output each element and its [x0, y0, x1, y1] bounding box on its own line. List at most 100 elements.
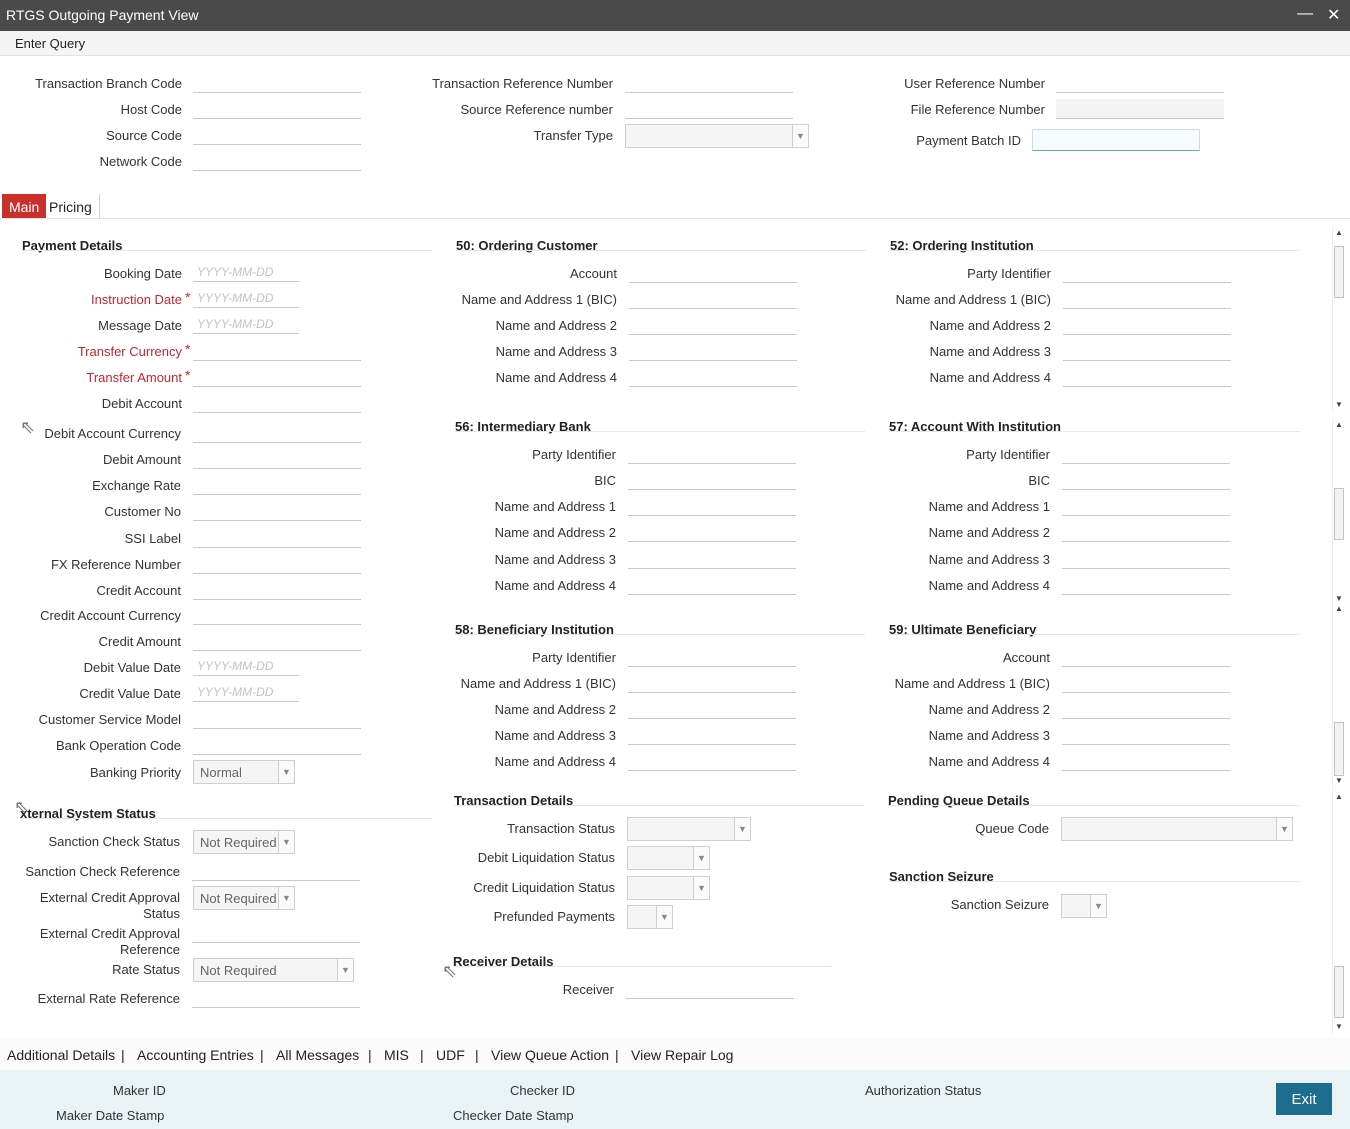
enter-query-menu[interactable]: Enter Query: [15, 36, 85, 51]
exit-button[interactable]: Exit: [1276, 1083, 1332, 1115]
booking-date-field[interactable]: [193, 262, 299, 282]
receiver-field[interactable]: [626, 979, 794, 999]
ordering-customer-name3-field[interactable]: [629, 341, 797, 361]
debit-account-field[interactable]: [193, 393, 361, 413]
udf-link[interactable]: UDF: [436, 1047, 465, 1063]
transfer-type-select[interactable]: ▼: [625, 124, 809, 148]
external-rate-reference-field[interactable]: [192, 988, 360, 1008]
banking-priority-select[interactable]: Normal ▼: [193, 760, 295, 784]
beneficiary-institution-name4-field[interactable]: [628, 751, 796, 771]
user-reference-number-field[interactable]: [1056, 73, 1224, 93]
ordering-customer-name2-field[interactable]: [629, 315, 797, 335]
transfer-amount-field[interactable]: [193, 367, 361, 387]
scroll-down-icon[interactable]: ▼: [1333, 1022, 1345, 1031]
ultimate-beneficiary-name2-field[interactable]: [1062, 699, 1230, 719]
sanction-seizure-select[interactable]: ▼: [1061, 894, 1107, 918]
source-code-field[interactable]: [193, 125, 361, 145]
ordering-institution-party-identifier-field[interactable]: [1063, 263, 1231, 283]
instruction-date-field[interactable]: [193, 288, 299, 308]
message-date-field[interactable]: [193, 314, 299, 334]
transfer-currency-field[interactable]: [193, 341, 361, 361]
ordering-institution-name3-field[interactable]: [1063, 341, 1231, 361]
customer-no-field[interactable]: [193, 501, 361, 521]
ordering-institution-name1-field[interactable]: [1063, 289, 1231, 309]
scroll-thumb[interactable]: [1334, 246, 1344, 298]
bank-operation-code-field[interactable]: [193, 735, 361, 755]
ultimate-beneficiary-name4-field[interactable]: [1062, 751, 1230, 771]
scroll-up-icon[interactable]: ▲: [1333, 792, 1345, 801]
awi-bic-field[interactable]: [1062, 470, 1230, 490]
intermediary-bank-bic-field[interactable]: [628, 470, 796, 490]
debit-account-currency-field[interactable]: [193, 423, 361, 443]
scroll-down-icon[interactable]: ▼: [1333, 776, 1345, 785]
external-credit-approval-status-select[interactable]: Not Required ▼: [193, 886, 295, 910]
view-repair-log-link[interactable]: View Repair Log: [631, 1047, 733, 1063]
transaction-reference-number-field[interactable]: [625, 73, 793, 93]
ordering-institution-name4-field[interactable]: [1063, 367, 1231, 387]
scroll-down-icon[interactable]: ▼: [1333, 594, 1345, 603]
credit-value-date-field[interactable]: [193, 682, 299, 702]
scroll-thumb[interactable]: [1334, 966, 1344, 1018]
credit-account-field[interactable]: [193, 580, 361, 600]
queue-code-select[interactable]: ▼: [1061, 817, 1293, 841]
scroll-up-icon[interactable]: ▲: [1333, 604, 1345, 613]
file-reference-number-field[interactable]: [1056, 99, 1224, 119]
mis-link[interactable]: MIS: [384, 1047, 409, 1063]
ssi-label-field[interactable]: [193, 528, 361, 548]
transaction-branch-code-field[interactable]: [193, 73, 361, 93]
ultimate-beneficiary-account-field[interactable]: [1062, 647, 1230, 667]
scroll-thumb[interactable]: [1334, 722, 1344, 776]
debit-amount-field[interactable]: [193, 449, 361, 469]
ultimate-beneficiary-name3-field[interactable]: [1062, 725, 1230, 745]
fx-reference-number-field[interactable]: [193, 554, 361, 574]
network-code-field[interactable]: [193, 151, 361, 171]
credit-account-currency-field[interactable]: [193, 605, 361, 625]
close-icon[interactable]: ✕: [1327, 5, 1340, 25]
scroll-thumb[interactable]: [1334, 488, 1344, 540]
awi-name2-field[interactable]: [1062, 522, 1230, 542]
awi-party-identifier-field[interactable]: [1062, 444, 1230, 464]
scrollbar-section-3[interactable]: ▲ ▼: [1332, 604, 1344, 788]
awi-name4-field[interactable]: [1062, 575, 1230, 595]
intermediary-bank-name1-field[interactable]: [628, 496, 796, 516]
ordering-customer-name4-field[interactable]: [629, 367, 797, 387]
beneficiary-institution-name1-field[interactable]: [628, 673, 796, 693]
tab-main[interactable]: Main: [2, 194, 47, 218]
scrollbar-section-1[interactable]: ▲ ▼: [1332, 226, 1344, 412]
source-reference-number-field[interactable]: [625, 99, 793, 119]
intermediary-bank-name3-field[interactable]: [628, 549, 796, 569]
accounting-entries-link[interactable]: Accounting Entries: [137, 1047, 254, 1063]
prefunded-payments-select[interactable]: ▼: [627, 905, 673, 929]
intermediary-bank-name2-field[interactable]: [628, 522, 796, 542]
additional-details-link[interactable]: Additional Details: [7, 1047, 115, 1063]
beneficiary-institution-name3-field[interactable]: [628, 725, 796, 745]
scrollbar-section-4[interactable]: ▲ ▼: [1332, 790, 1344, 1034]
awi-name1-field[interactable]: [1062, 496, 1230, 516]
host-code-field[interactable]: [193, 99, 361, 119]
ordering-customer-account-field[interactable]: [629, 263, 797, 283]
beneficiary-institution-name2-field[interactable]: [628, 699, 796, 719]
debit-liquidation-status-select[interactable]: ▼: [627, 846, 710, 870]
intermediary-bank-name4-field[interactable]: [628, 575, 796, 595]
tab-pricing[interactable]: Pricing: [42, 194, 100, 218]
external-credit-approval-reference-field[interactable]: [192, 923, 360, 943]
view-queue-action-link[interactable]: View Queue Action: [491, 1047, 609, 1063]
sanction-check-reference-field[interactable]: [192, 861, 360, 881]
ordering-institution-name2-field[interactable]: [1063, 315, 1231, 335]
scroll-down-icon[interactable]: ▼: [1333, 400, 1345, 409]
awi-name3-field[interactable]: [1062, 549, 1230, 569]
transaction-status-select[interactable]: ▼: [627, 817, 751, 841]
sanction-check-status-select[interactable]: Not Required ▼: [193, 830, 295, 854]
all-messages-link[interactable]: All Messages: [276, 1047, 359, 1063]
customer-service-model-field[interactable]: [193, 709, 361, 729]
ordering-customer-name1-field[interactable]: [629, 289, 797, 309]
intermediary-bank-party-identifier-field[interactable]: [628, 444, 796, 464]
payment-batch-id-field[interactable]: [1032, 129, 1200, 151]
credit-amount-field[interactable]: [193, 631, 361, 651]
minimize-icon[interactable]: —: [1297, 5, 1313, 23]
scroll-up-icon[interactable]: ▲: [1333, 420, 1345, 429]
exchange-rate-field[interactable]: [193, 475, 361, 495]
credit-liquidation-status-select[interactable]: ▼: [627, 876, 710, 900]
ultimate-beneficiary-name1-field[interactable]: [1062, 673, 1230, 693]
scroll-up-icon[interactable]: ▲: [1333, 228, 1345, 237]
